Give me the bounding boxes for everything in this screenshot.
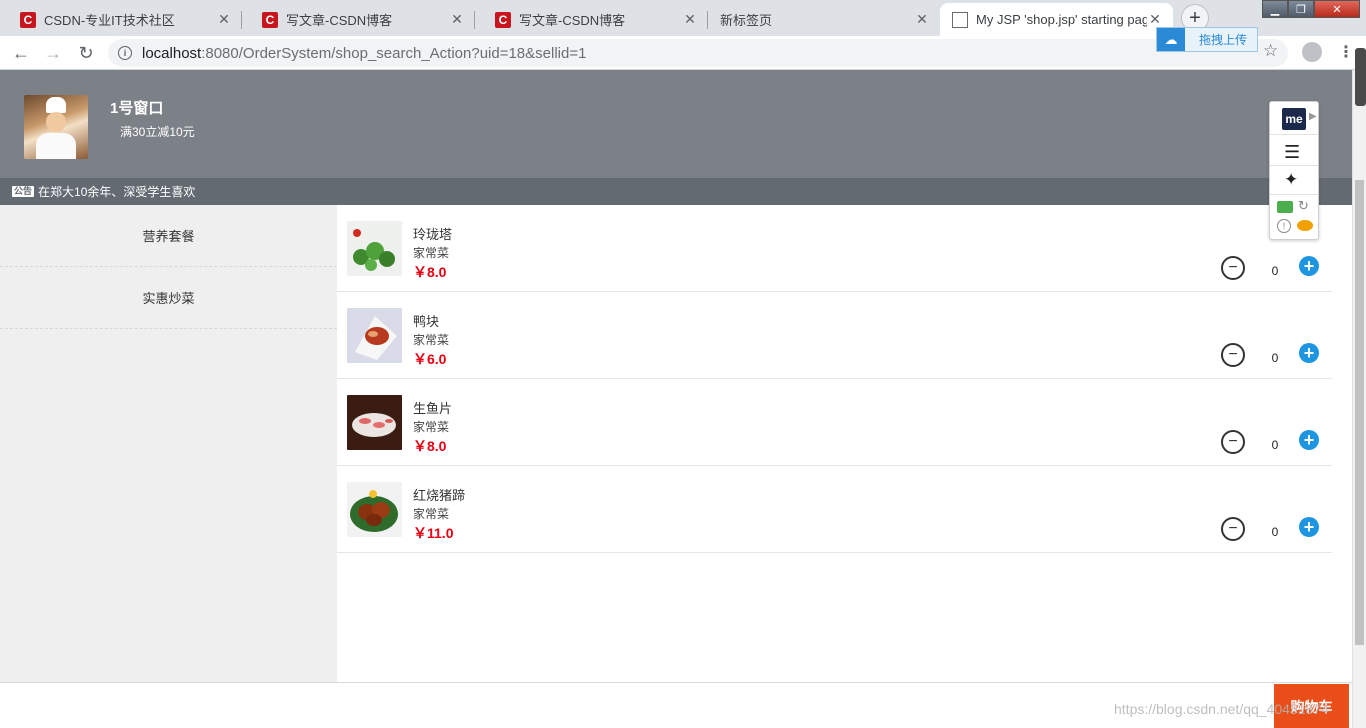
quantity-value: 0 xyxy=(1271,264,1279,278)
increase-quantity-button[interactable]: + xyxy=(1299,343,1319,363)
profile-avatar-icon[interactable] xyxy=(1302,42,1322,62)
decrease-quantity-button[interactable]: − xyxy=(1221,343,1245,367)
csdn-logo-icon: C xyxy=(262,11,278,28)
browser-tab-2[interactable]: C 写文章-CSDN博客 ✕ xyxy=(242,3,475,36)
food-item: 红烧猪蹄 家常菜 ￥11.0 − 0 + xyxy=(337,466,1332,553)
tab-title: My JSP 'shop.jsp' starting page xyxy=(976,12,1147,27)
warning-icon[interactable]: ! xyxy=(1277,219,1291,233)
csdn-logo-icon: C xyxy=(20,11,36,28)
me-logo-icon[interactable]: me xyxy=(1282,108,1306,130)
tab-close-icon[interactable]: ✕ xyxy=(216,11,232,28)
document-icon xyxy=(952,11,968,28)
food-price: ￥8.0 xyxy=(413,438,447,454)
tab-title: 写文章-CSDN博客 xyxy=(286,13,393,28)
chef-face-shape xyxy=(46,112,66,132)
browser-tab-3[interactable]: C 写文章-CSDN博客 ✕ xyxy=(475,3,708,36)
panel-divider xyxy=(1270,134,1318,135)
food-name: 玲珑塔 xyxy=(413,227,453,242)
shop-page: 1号窗口 满30立减10元 公告 在郑大10余年、深受学生喜欢 营养套餐 实惠炒… xyxy=(0,70,1352,728)
page-scrollbar[interactable]: ▲ xyxy=(1352,70,1366,728)
decrease-quantity-button[interactable]: − xyxy=(1221,517,1245,541)
expand-arrow-icon[interactable]: ▶ xyxy=(1309,111,1317,122)
magic-wand-icon[interactable]: ✦ xyxy=(1284,170,1298,190)
food-name: 鸭块 xyxy=(413,314,440,329)
forward-arrow-icon[interactable]: → xyxy=(41,41,65,65)
shop-promo: 满30立减10元 xyxy=(120,125,195,139)
decrease-quantity-button[interactable]: − xyxy=(1221,256,1245,280)
food-photo xyxy=(347,221,402,276)
food-type: 家常菜 xyxy=(413,420,450,434)
quantity-value: 0 xyxy=(1271,351,1279,365)
food-photo xyxy=(347,308,402,363)
watermark-text: https://blog.csdn.net/qq_40451874 xyxy=(1114,701,1329,717)
food-list: 玲珑塔 家常菜 ￥8.0 − 0 + 鸭块 家常菜 ￥6.0 − 0 + 生鱼片… xyxy=(337,205,1332,682)
site-info-icon[interactable]: i xyxy=(118,46,132,60)
panel-divider xyxy=(1270,165,1318,166)
quantity-value: 0 xyxy=(1271,525,1279,539)
increase-quantity-button[interactable]: + xyxy=(1299,517,1319,537)
window-maximize-button[interactable]: ❐ xyxy=(1288,0,1314,18)
browser-tab-1[interactable]: C CSDN-专业IT技术社区 ✕ xyxy=(0,3,242,36)
csdn-logo-icon: C xyxy=(495,11,511,28)
browser-tab-5-active[interactable]: My JSP 'shop.jsp' starting page ✕ xyxy=(940,3,1173,36)
food-item: 生鱼片 家常菜 ￥8.0 − 0 + xyxy=(337,379,1332,466)
quantity-value: 0 xyxy=(1271,438,1279,452)
shop-header: 1号窗口 满30立减10元 xyxy=(0,70,1352,178)
url-path: :8080/OrderSystem/shop_search_Action?uid… xyxy=(201,44,587,62)
food-price: ￥8.0 xyxy=(413,264,447,280)
shop-name: 1号窗口 xyxy=(110,100,164,117)
cart-footer: 购物车 https://blog.csdn.net/qq_40451874 xyxy=(0,682,1352,728)
food-name: 生鱼片 xyxy=(413,401,453,416)
food-type: 家常菜 xyxy=(413,333,450,347)
scrollbar-thumb[interactable] xyxy=(1355,180,1364,645)
extension-floating-panel: me ▶ ☰ ✦ ↻ ! xyxy=(1269,101,1319,240)
window-minimize-button[interactable]: ▁ xyxy=(1262,0,1288,18)
side-indicator-icon xyxy=(1355,48,1366,106)
window-close-button[interactable]: ✕ xyxy=(1314,0,1360,18)
food-item: 鸭块 家常菜 ￥6.0 − 0 + xyxy=(337,292,1332,379)
refresh-icon[interactable]: ↻ xyxy=(1298,198,1309,214)
reload-icon[interactable]: ↻ xyxy=(74,41,98,65)
tab-close-icon[interactable]: ✕ xyxy=(914,11,930,28)
food-price: ￥11.0 xyxy=(413,525,454,541)
chef-body-shape xyxy=(36,133,76,159)
browser-menu-icon[interactable]: ⋮ xyxy=(1338,42,1354,62)
tab-title: CSDN-专业IT技术社区 xyxy=(44,13,175,28)
food-name: 红烧猪蹄 xyxy=(413,488,466,503)
tab-close-icon[interactable]: ✕ xyxy=(682,11,698,28)
hamburger-menu-icon[interactable]: ☰ xyxy=(1284,142,1300,163)
bookmark-star-icon[interactable]: ☆ xyxy=(1263,41,1278,61)
notice-bar: 公告 在郑大10余年、深受学生喜欢 xyxy=(0,178,1352,205)
food-type: 家常菜 xyxy=(413,507,450,521)
panel-divider xyxy=(1270,194,1318,195)
shop-chef-avatar xyxy=(24,95,88,159)
food-type: 家常菜 xyxy=(413,246,450,260)
food-item: 玲珑塔 家常菜 ￥8.0 − 0 + xyxy=(337,205,1332,292)
browser-tab-4[interactable]: 新标签页 ✕ xyxy=(708,3,940,36)
upload-extension-button[interactable]: ☁ 拖拽上传 xyxy=(1156,27,1258,52)
notice-badge: 公告 xyxy=(12,186,35,197)
cloud-upload-icon: ☁ xyxy=(1157,28,1185,51)
category-item[interactable]: 实惠炒菜 xyxy=(0,267,337,329)
category-sidebar: 营养套餐 实惠炒菜 xyxy=(0,205,337,682)
tab-close-icon[interactable]: ✕ xyxy=(1147,11,1163,28)
address-bar[interactable]: i localhost:8080/OrderSystem/shop_search… xyxy=(108,39,1288,67)
tab-title: 写文章-CSDN博客 xyxy=(519,13,626,28)
upload-extension-label: 拖拽上传 xyxy=(1199,33,1248,47)
increase-quantity-button[interactable]: + xyxy=(1299,430,1319,450)
food-photo xyxy=(347,482,402,537)
tab-close-icon[interactable]: ✕ xyxy=(449,11,465,28)
chef-hat-shape xyxy=(46,97,66,113)
decrease-quantity-button[interactable]: − xyxy=(1221,430,1245,454)
back-arrow-icon[interactable]: ← xyxy=(9,41,33,65)
tab-title: 新标签页 xyxy=(720,13,773,28)
cast-icon[interactable] xyxy=(1277,201,1293,213)
increase-quantity-button[interactable]: + xyxy=(1299,256,1319,276)
food-photo xyxy=(347,395,402,450)
food-price: ￥6.0 xyxy=(413,351,447,367)
url-host: localhost xyxy=(142,44,202,62)
notice-text: 在郑大10余年、深受学生喜欢 xyxy=(38,185,196,199)
eye-icon[interactable] xyxy=(1297,220,1313,231)
category-item[interactable]: 营养套餐 xyxy=(0,205,337,267)
